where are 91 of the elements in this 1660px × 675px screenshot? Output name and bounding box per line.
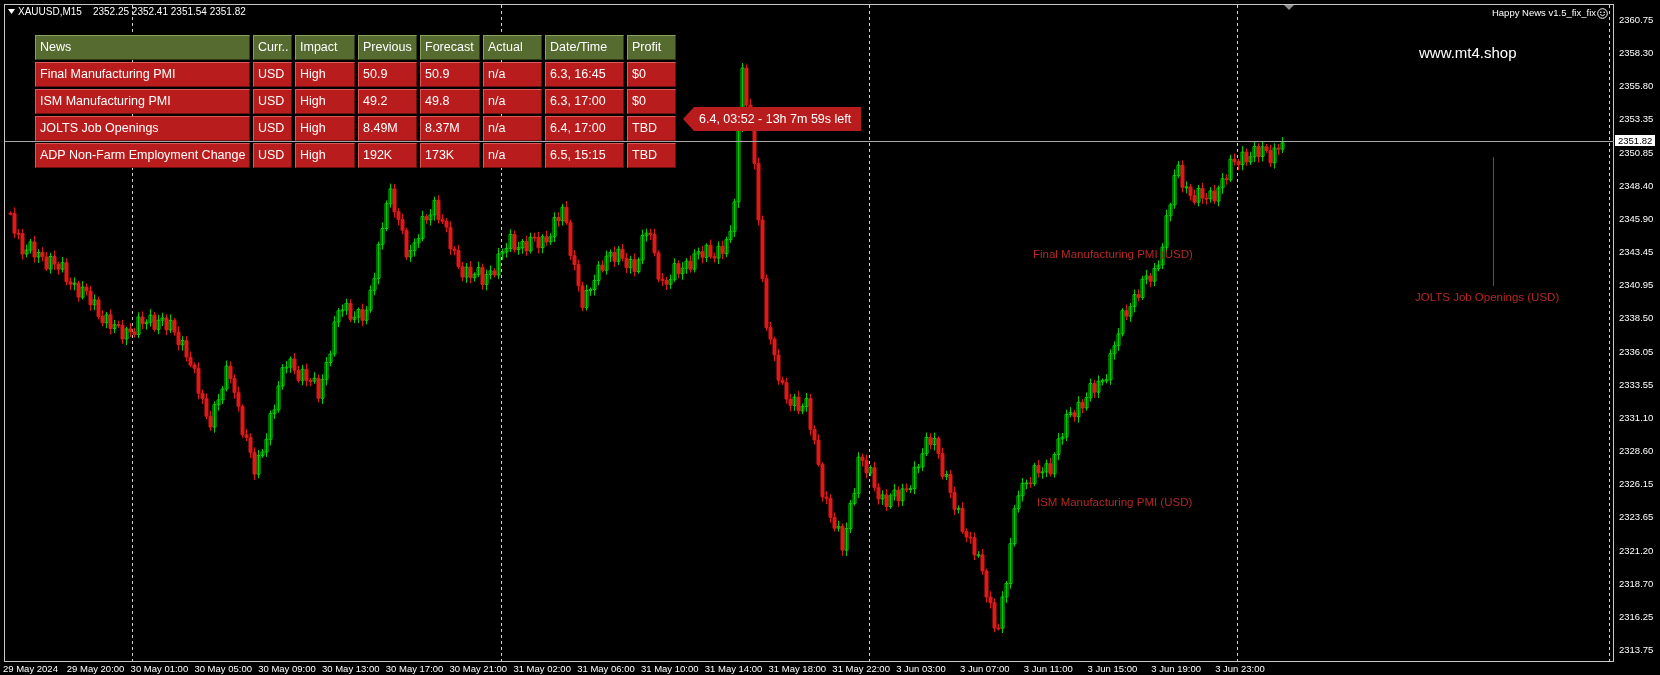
column-header: Forecast	[420, 35, 480, 60]
table-cell: n/a	[483, 116, 542, 141]
table-cell: High	[295, 89, 355, 114]
table-cell: 173K	[420, 143, 480, 168]
event-label: JOLTS Job Openings (USD)	[1415, 290, 1560, 305]
time-label: 30 May 01:00	[130, 662, 190, 675]
time-label: 3 Jun 15:00	[1087, 662, 1139, 675]
table-cell: ISM Manufacturing PMI	[35, 89, 250, 114]
table-cell: 192K	[358, 143, 417, 168]
time-label: 3 Jun 19:00	[1151, 662, 1202, 675]
price-label: 2338.50	[1618, 312, 1655, 325]
table-cell: $0	[627, 62, 676, 87]
time-label: 31 May 10:00	[640, 662, 700, 675]
time-label: 30 May 05:00	[194, 662, 253, 675]
time-label: 3 Jun 11:00	[1023, 662, 1074, 675]
symbol-label: XAUUSD,M15	[18, 5, 82, 19]
table-cell: 49.2	[358, 89, 417, 114]
price-label: 2348.40	[1618, 179, 1655, 192]
column-header: Profit	[627, 35, 676, 60]
time-label: 30 May 17:00	[385, 662, 445, 675]
event-label: ISM Manufacturing PMI (USD)	[1037, 495, 1193, 510]
table-cell: Final Manufacturing PMI	[35, 62, 250, 87]
table-cell: n/a	[483, 62, 542, 87]
price-label: 2313.75	[1618, 643, 1655, 656]
time-label: 31 May 14:00	[704, 662, 764, 675]
table-cell: 6.4, 17:00	[545, 116, 624, 141]
price-label: 2350.85	[1618, 146, 1655, 159]
price-label: 2328.60	[1618, 445, 1655, 458]
column-header: Previous	[358, 35, 417, 60]
table-cell: 6.3, 17:00	[545, 89, 624, 114]
time-label: 30 May 13:00	[322, 662, 381, 675]
table-cell: 6.5, 15:15	[545, 143, 624, 168]
table-cell: 8.49M	[358, 116, 417, 141]
time-label: 31 May 22:00	[832, 662, 891, 675]
time-label: 3 Jun 23:00	[1215, 662, 1266, 675]
price-label: 2326.15	[1618, 478, 1655, 491]
table-cell: USD	[253, 143, 292, 168]
table-cell: USD	[253, 116, 292, 141]
time-label: 3 Jun 03:00	[896, 662, 947, 675]
table-cell: High	[295, 62, 355, 87]
countdown-tooltip: 6.4, 03:52 - 13h 7m 59s left	[683, 107, 862, 131]
price-label: 2331.10	[1618, 411, 1655, 424]
table-cell: High	[295, 116, 355, 141]
column-header: Actual	[483, 35, 542, 60]
time-label: 31 May 18:00	[768, 662, 828, 675]
time-label: 31 May 02:00	[513, 662, 572, 675]
time-label: 30 May 21:00	[449, 662, 509, 675]
quote-values: 2352.25 2352.41 2351.54 2351.82	[92, 5, 246, 19]
column-header: News	[35, 35, 250, 60]
time-label: 31 May 06:00	[577, 662, 636, 675]
current-price-tag: 2351.82	[1615, 135, 1656, 146]
price-label: 2323.65	[1618, 511, 1655, 524]
price-label: 2360.75	[1618, 14, 1655, 26]
time-label: 29 May 2024	[3, 662, 59, 675]
price-label: 2316.25	[1618, 610, 1655, 623]
table-cell: TBD	[627, 116, 676, 141]
dropdown-icon[interactable]	[8, 9, 15, 14]
table-cell: TBD	[627, 143, 676, 168]
price-label: 2343.45	[1618, 246, 1655, 259]
price-label: 2340.95	[1618, 279, 1655, 292]
table-cell: USD	[253, 89, 292, 114]
time-label: 3 Jun 07:00	[959, 662, 1011, 675]
price-label: 2345.90	[1618, 212, 1655, 225]
column-header: Impact	[295, 35, 355, 60]
smiley-icon	[1597, 7, 1608, 19]
column-header: Date/Time	[545, 35, 624, 60]
price-label: 2318.70	[1618, 577, 1655, 590]
price-label: 2358.30	[1618, 47, 1655, 60]
price-label: 2321.20	[1618, 544, 1655, 557]
table-cell: 50.9	[358, 62, 417, 87]
shift-marker-icon	[1284, 5, 1294, 10]
price-label: 2355.80	[1618, 80, 1655, 93]
table-cell: n/a	[483, 143, 542, 168]
table-cell: 8.37M	[420, 116, 480, 141]
table-cell: 49.8	[420, 89, 480, 114]
price-label: 2336.05	[1618, 345, 1655, 358]
table-cell: USD	[253, 62, 292, 87]
indicator-name: Happy News v1.5_fix_fix	[1491, 6, 1596, 20]
price-label: 2333.55	[1618, 378, 1655, 391]
price-label: 2353.35	[1618, 113, 1655, 126]
table-cell: $0	[627, 89, 676, 114]
table-cell: High	[295, 143, 355, 168]
time-label: 29 May 20:00	[66, 662, 126, 675]
table-cell: 6.3, 16:45	[545, 62, 624, 87]
table-cell: n/a	[483, 89, 542, 114]
table-cell: ADP Non-Farm Employment Change	[35, 143, 250, 168]
table-cell: JOLTS Job Openings	[35, 116, 250, 141]
column-header: Curr..	[253, 35, 292, 60]
site-text: www.mt4.shop	[1419, 43, 1517, 63]
time-label: 30 May 09:00	[258, 662, 317, 675]
table-cell: 50.9	[420, 62, 480, 87]
